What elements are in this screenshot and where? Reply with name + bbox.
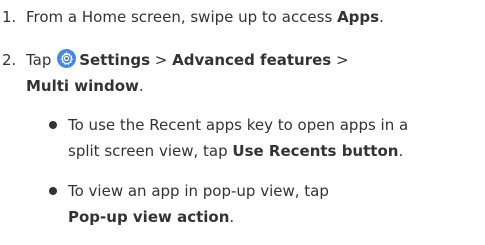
bullet-text-line2: split screen view, tap Use Recents butto… bbox=[68, 138, 403, 164]
bullet-text-suffix: . bbox=[229, 208, 235, 226]
advanced-features-label: Advanced features bbox=[172, 51, 332, 69]
bullet-text: To use the Recent apps key to open apps … bbox=[68, 116, 409, 134]
step-text: Tap Settings > Advanced features > bbox=[26, 47, 349, 73]
separator: > bbox=[150, 51, 173, 69]
bullet-text: To view an app in pop-up view, tap bbox=[68, 182, 329, 200]
popup-view-action-label: Pop-up view action bbox=[68, 208, 230, 226]
step-text-suffix: . bbox=[379, 8, 384, 26]
multi-window-label: Multi window bbox=[26, 77, 139, 95]
bullet-text-prefix: split screen view, tap bbox=[68, 142, 233, 160]
bullet-text-line2: Pop-up view action. bbox=[68, 204, 234, 230]
settings-gear-icon bbox=[57, 49, 77, 68]
step-text-line2: Multi window. bbox=[26, 73, 144, 99]
step-text: From a Home screen, swipe up to access A… bbox=[26, 4, 384, 30]
apps-label: Apps bbox=[337, 8, 380, 26]
bullet-dot-icon bbox=[49, 121, 57, 129]
step-number: 1. bbox=[2, 8, 17, 26]
step-number: 2. bbox=[2, 51, 17, 69]
settings-label: Settings bbox=[79, 51, 150, 69]
use-recents-button-label: Use Recents button bbox=[232, 142, 399, 160]
step-text-prefix: From a Home screen, swipe up to access bbox=[26, 8, 338, 26]
step-text-suffix: . bbox=[138, 77, 144, 95]
tap-label: Tap bbox=[26, 51, 52, 69]
bullet-text-suffix: . bbox=[398, 142, 404, 160]
separator: > bbox=[331, 51, 349, 69]
bullet-dot-icon bbox=[49, 187, 57, 195]
